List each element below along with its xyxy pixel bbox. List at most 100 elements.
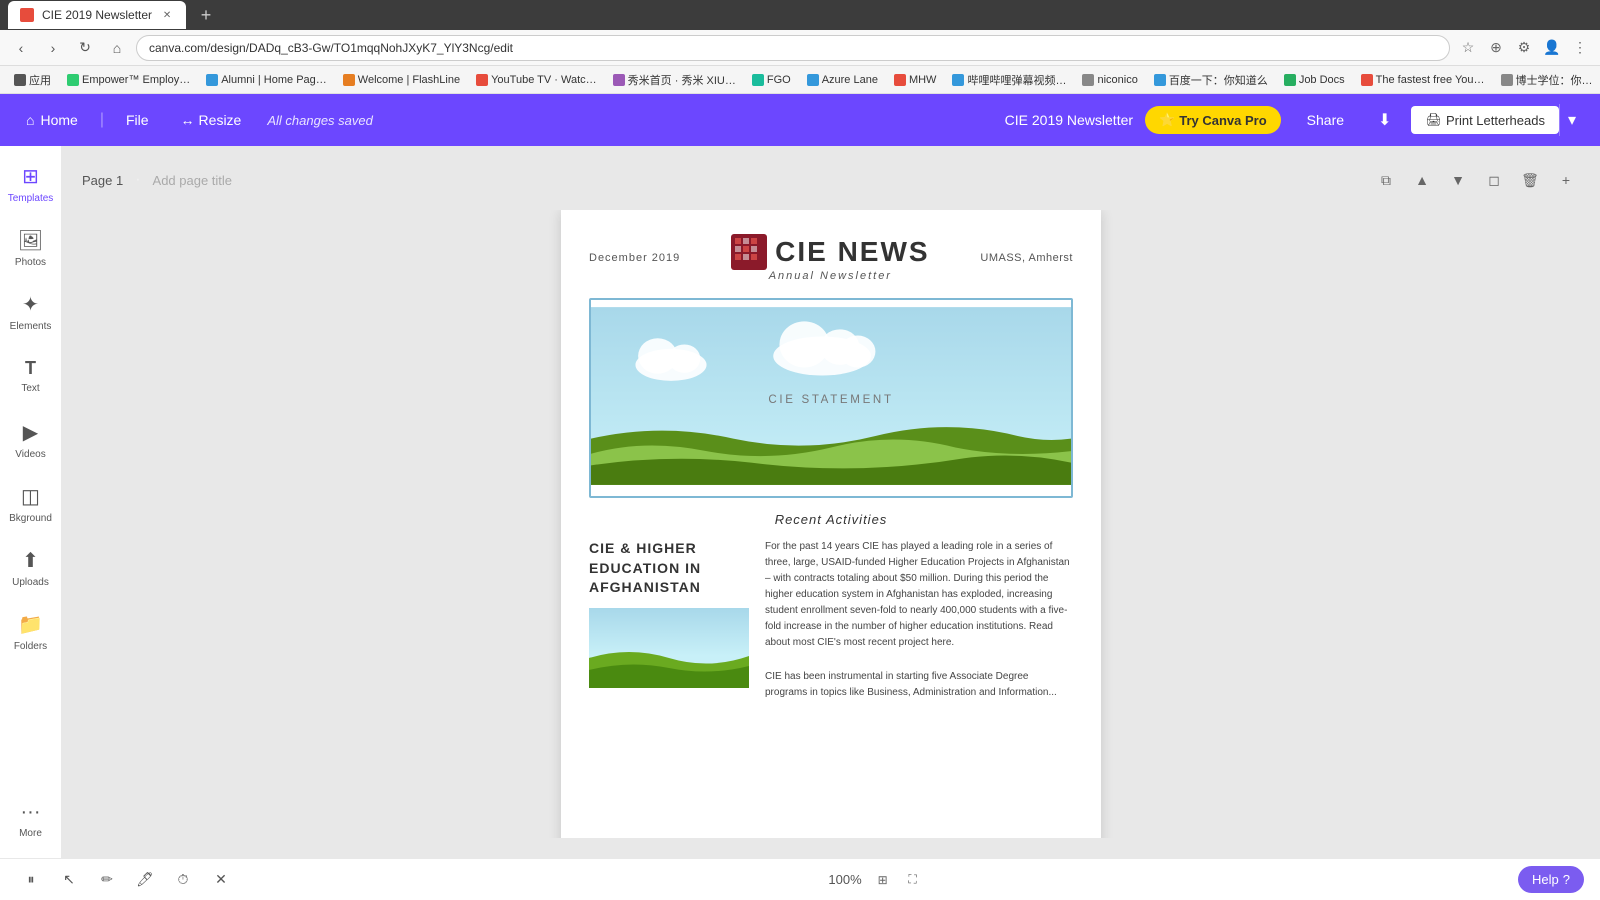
newsletter-title: CIE NEWS bbox=[775, 236, 929, 268]
try-canva-pro-button[interactable]: ⭐ Try Canva Pro bbox=[1145, 106, 1281, 134]
bookmark-mhw[interactable]: MHW bbox=[888, 72, 943, 88]
home-nav-button[interactable]: ⌂ bbox=[104, 35, 130, 61]
bookmark-baidu[interactable]: 百度一下：你知道么 bbox=[1148, 70, 1274, 90]
back-button[interactable]: ‹ bbox=[8, 35, 34, 61]
niconico-favicon bbox=[1082, 74, 1094, 86]
zoom-info: 100% ⊞ ⛶ bbox=[828, 867, 925, 893]
sidebar-item-folders[interactable]: 📁 Folders bbox=[3, 602, 59, 662]
photos-label: Photos bbox=[15, 257, 46, 268]
bookmark-phd[interactable]: 博士学位：你… bbox=[1495, 70, 1599, 90]
videos-label: Videos bbox=[15, 449, 45, 460]
bookmark-niconico[interactable]: niconico bbox=[1076, 72, 1143, 88]
article-image bbox=[589, 608, 749, 688]
templates-icon: ⊞ bbox=[22, 164, 39, 189]
flashline-favicon bbox=[343, 74, 355, 86]
bookmarks-bar: 应用 Empower™ Employ… Alumni | Home Pag… W… bbox=[0, 66, 1600, 94]
youtube-favicon bbox=[476, 74, 488, 86]
tab-close-button[interactable]: ✕ bbox=[160, 8, 174, 22]
bookmark-alumni[interactable]: Alumni | Home Pag… bbox=[200, 72, 333, 88]
uploads-icon: ⬆ bbox=[22, 548, 39, 573]
article-section: CIE & HIGHER EDUCATION IN AFGHANISTAN bbox=[589, 539, 1073, 701]
page-add-icon[interactable]: + bbox=[1552, 166, 1580, 194]
folders-icon: 📁 bbox=[18, 612, 43, 637]
file-button[interactable]: File bbox=[116, 106, 159, 134]
forward-button[interactable]: › bbox=[40, 35, 66, 61]
page-title-input[interactable]: Add page title bbox=[153, 173, 233, 188]
reload-button[interactable]: ↻ bbox=[72, 35, 98, 61]
bookmark-flashline[interactable]: Welcome | FlashLine bbox=[337, 72, 466, 88]
hero-svg: CIE STATEMENT bbox=[591, 298, 1071, 496]
article-left: CIE & HIGHER EDUCATION IN AFGHANISTAN bbox=[589, 539, 749, 701]
phd-favicon bbox=[1501, 74, 1513, 86]
page-up-icon[interactable]: ▲ bbox=[1408, 166, 1436, 194]
help-button[interactable]: Help ? bbox=[1518, 866, 1584, 893]
topbar: ⌂ Home | File ↔ Resize All changes saved… bbox=[0, 94, 1600, 146]
page-down-icon[interactable]: ▼ bbox=[1444, 166, 1472, 194]
marker-tool[interactable]: 🖊 bbox=[130, 865, 160, 895]
star-icon[interactable]: ☆ bbox=[1456, 36, 1480, 60]
sidebar-item-elements[interactable]: ✦ Elements bbox=[3, 282, 59, 342]
share-button[interactable]: Share bbox=[1293, 106, 1358, 134]
print-button[interactable]: 🖨 Print Letterheads bbox=[1411, 106, 1559, 134]
download-button[interactable]: ⬇ bbox=[1370, 104, 1399, 136]
newsletter-header: December 2019 bbox=[589, 234, 1073, 282]
apps-favicon bbox=[14, 74, 26, 86]
bookmark-xiumi[interactable]: 秀米首页 · 秀米 XIU… bbox=[607, 70, 742, 90]
sidebar-item-text[interactable]: T Text bbox=[3, 346, 59, 406]
sidebar-item-videos[interactable]: ▶ Videos bbox=[3, 410, 59, 470]
bookmark-youtube[interactable]: YouTube TV · Watc… bbox=[470, 72, 603, 88]
hero-image[interactable]: CIE STATEMENT bbox=[589, 298, 1073, 498]
sidebar-item-uploads[interactable]: ⬆ Uploads bbox=[3, 538, 59, 598]
print-icon: 🖨 bbox=[1425, 112, 1442, 128]
fullscreen-button[interactable]: ⛶ bbox=[900, 867, 926, 893]
page-copy-icon[interactable]: ⧉ bbox=[1372, 166, 1400, 194]
bookmark-azure[interactable]: Azure Lane bbox=[801, 72, 884, 88]
browser-tab[interactable]: CIE 2019 Newsletter ✕ bbox=[8, 1, 186, 29]
bookmark-fastest[interactable]: The fastest free You… bbox=[1355, 72, 1491, 88]
download-icon: ⬇ bbox=[1378, 112, 1391, 129]
pen-tool[interactable]: ✏ bbox=[92, 865, 122, 895]
uploads-label: Uploads bbox=[12, 577, 49, 588]
bookmark-empower[interactable]: Empower™ Employ… bbox=[61, 72, 196, 88]
browser-controls: ‹ › ↻ ⌂ canva.com/design/DADq_cB3-Gw/TO1… bbox=[0, 30, 1600, 66]
article-img-svg bbox=[589, 608, 749, 688]
address-bar[interactable]: canva.com/design/DADq_cB3-Gw/TO1mqqNohJX… bbox=[136, 35, 1450, 61]
print-dropdown-button[interactable]: ▾ bbox=[1559, 104, 1584, 136]
sidebar-item-photos[interactable]: 🖼 Photos bbox=[3, 218, 59, 278]
recent-activities: Recent Activities bbox=[589, 512, 1073, 527]
bookmark-bilibili[interactable]: 哔哩哔哩弹幕视频… bbox=[946, 70, 1072, 90]
grid-view-button[interactable]: ⊞ bbox=[870, 867, 896, 893]
cursor-tool[interactable]: ↖ bbox=[54, 865, 84, 895]
page-duplicate-icon[interactable]: ◻ bbox=[1480, 166, 1508, 194]
home-button[interactable]: ⌂ Home bbox=[16, 106, 88, 134]
page-delete-icon[interactable]: 🗑 bbox=[1516, 166, 1544, 194]
logo-section: CIE NEWS Annual Newsletter bbox=[731, 234, 929, 282]
resize-label: Resize bbox=[199, 112, 242, 128]
menu-icon[interactable]: ⋮ bbox=[1568, 36, 1592, 60]
timer-tool[interactable]: ⏱ bbox=[168, 865, 198, 895]
sidebar-item-background[interactable]: ◫ Bkground bbox=[3, 474, 59, 534]
bookmark-icon[interactable]: ⊕ bbox=[1484, 36, 1508, 60]
close-tool[interactable]: ✕ bbox=[206, 865, 236, 895]
sidebar-item-more[interactable]: ··· More bbox=[3, 790, 59, 850]
photos-icon: 🖼 bbox=[18, 228, 43, 253]
baidu-favicon bbox=[1154, 74, 1166, 86]
help-icon: ? bbox=[1563, 872, 1570, 887]
sidebar-item-templates[interactable]: ⊞ Templates bbox=[3, 154, 59, 214]
newsletter-date: December 2019 bbox=[589, 252, 680, 264]
more-label: More bbox=[19, 828, 42, 839]
resize-button[interactable]: ↔ Resize bbox=[171, 106, 252, 134]
templates-label: Templates bbox=[8, 193, 54, 204]
newsletter-logo: CIE NEWS bbox=[731, 234, 929, 270]
new-tab-button[interactable]: + bbox=[194, 3, 218, 27]
account-icon[interactable]: 👤 bbox=[1540, 36, 1564, 60]
bilibili-favicon bbox=[952, 74, 964, 86]
play-button[interactable]: ⏸ bbox=[16, 865, 46, 895]
folders-label: Folders bbox=[14, 641, 47, 652]
text-icon: T bbox=[25, 358, 36, 379]
bookmark-apps[interactable]: 应用 bbox=[8, 70, 57, 90]
bookmark-jobdocs[interactable]: Job Docs bbox=[1278, 72, 1351, 88]
bookmark-fgo[interactable]: FGO bbox=[746, 72, 797, 88]
document[interactable]: December 2019 bbox=[561, 210, 1101, 838]
extensions-icon[interactable]: ⚙ bbox=[1512, 36, 1536, 60]
